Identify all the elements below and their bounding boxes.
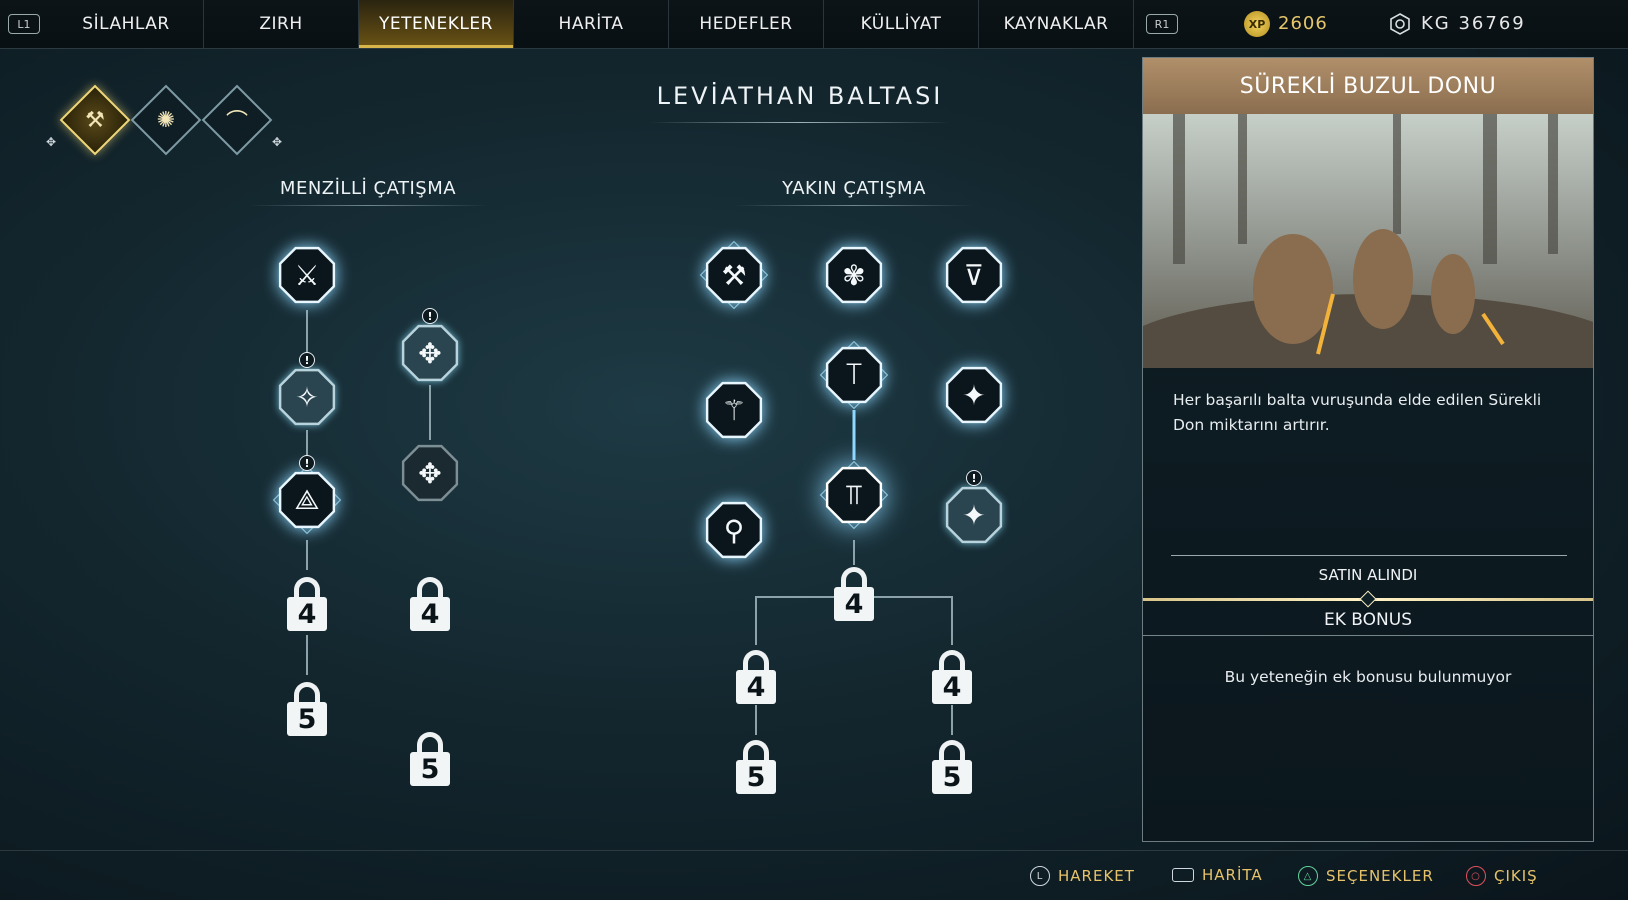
skill-node-ranged-2[interactable]: ✧: [272, 362, 342, 432]
skill-rune-icon: ✦: [962, 378, 986, 412]
locked-skill-melee-right-level-5[interactable]: 5: [926, 738, 978, 798]
hint-label: SEÇENEKLER: [1326, 867, 1434, 885]
lock-level: 4: [287, 597, 327, 631]
footer-divider: [0, 850, 1628, 851]
lock-level: 4: [932, 670, 972, 704]
bonus-text: Bu yeteneğin ek bonusu bulunmuyor: [1224, 668, 1512, 686]
circle-button-icon: ○: [1466, 866, 1486, 886]
hint-move[interactable]: L HAREKET: [1030, 866, 1135, 886]
skill-rune-icon: ⚚: [721, 393, 747, 427]
skill-preview-image: [1143, 114, 1593, 368]
locked-skill-ranged-level-5[interactable]: 5: [281, 680, 333, 740]
skill-node-melee-3[interactable]: ⊽: [939, 240, 1009, 310]
skill-node-ranged-1[interactable]: ⚔: [272, 240, 342, 310]
skill-node-ranged-3[interactable]: ⟁: [272, 465, 342, 535]
lock-level: 5: [410, 752, 450, 786]
locked-skill-ranged-level-4[interactable]: 4: [281, 575, 333, 635]
skill-node-melee-2[interactable]: ✾: [819, 240, 889, 310]
hint-label: HARİTA: [1202, 866, 1263, 884]
skill-node-melee-6[interactable]: ✦: [939, 360, 1009, 430]
triangle-button-icon: △: [1298, 866, 1318, 886]
new-skill-alert-icon: !: [422, 308, 438, 324]
divider-diamond-icon: [1359, 590, 1377, 608]
purchase-status: SATIN ALINDI: [1318, 566, 1418, 584]
locked-skill-ranged-b-level-5[interactable]: 5: [404, 730, 456, 790]
lock-level: 4: [834, 587, 874, 621]
divider: [1171, 555, 1567, 556]
bonus-title: EK BONUS: [1324, 610, 1412, 630]
locked-skill-melee-left-level-5[interactable]: 5: [730, 738, 782, 798]
skill-rune-icon: ⚲: [723, 513, 745, 547]
lock-level: 4: [736, 670, 776, 704]
lock-level: 5: [932, 760, 972, 794]
skill-rune-icon: ✥: [418, 336, 442, 370]
skill-rune-icon: ✾: [842, 258, 866, 292]
hint-map[interactable]: HARİTA: [1172, 866, 1263, 884]
skill-node-melee-7[interactable]: ⚲: [699, 495, 769, 565]
skill-node-ranged-b1[interactable]: ✥: [395, 318, 465, 388]
skill-node-ranged-b2[interactable]: ✥: [395, 438, 465, 508]
skill-node-melee-5[interactable]: ⟙: [819, 340, 889, 410]
new-skill-alert-icon: !: [299, 455, 315, 471]
skill-node-melee-selected[interactable]: ⫪: [819, 460, 889, 530]
new-skill-alert-icon: !: [299, 352, 315, 368]
skill-name: SÜREKLİ BUZUL DONU: [1143, 58, 1593, 114]
skill-rune-icon: ⊽: [963, 258, 985, 292]
skill-rune-icon: ⟁: [294, 483, 320, 516]
skill-rune-icon: ✥: [418, 456, 442, 490]
locked-skill-melee-right-level-4[interactable]: 4: [926, 648, 978, 708]
locked-skill-ranged-b-level-4[interactable]: 4: [404, 575, 456, 635]
skill-detail-panel: SÜREKLİ BUZUL DONU Her başarılı balta vu…: [1142, 57, 1594, 842]
hint-label: ÇIKIŞ: [1494, 867, 1538, 885]
skill-node-melee-9[interactable]: ✦: [939, 480, 1009, 550]
new-skill-alert-icon: !: [966, 470, 982, 486]
skill-rune-icon: ⫪: [846, 478, 862, 511]
touchpad-icon: [1172, 868, 1194, 882]
lock-level: 4: [410, 597, 450, 631]
locked-skill-melee-level-4[interactable]: 4: [828, 565, 880, 625]
skill-rune-icon: ✧: [295, 380, 319, 414]
lock-level: 5: [736, 760, 776, 794]
hint-label: HAREKET: [1058, 867, 1135, 885]
hint-options[interactable]: △ SEÇENEKLER: [1298, 866, 1434, 886]
skill-description: Her başarılı balta vuruşunda elde edilen…: [1173, 391, 1542, 434]
lock-level: 5: [287, 702, 327, 736]
skill-node-melee-4[interactable]: ⚚: [699, 375, 769, 445]
locked-skill-melee-left-level-4[interactable]: 4: [730, 648, 782, 708]
hint-exit[interactable]: ○ ÇIKIŞ: [1466, 866, 1538, 886]
skill-rune-icon: ✦: [962, 498, 986, 532]
left-stick-icon: L: [1030, 866, 1050, 886]
divider: [1143, 635, 1593, 636]
skill-rune-icon: ⟙: [845, 358, 863, 391]
skill-node-melee-1[interactable]: ⚒: [699, 240, 769, 310]
skill-rune-icon: ⚒: [721, 258, 747, 292]
skill-rune-icon: ⚔: [294, 258, 320, 292]
